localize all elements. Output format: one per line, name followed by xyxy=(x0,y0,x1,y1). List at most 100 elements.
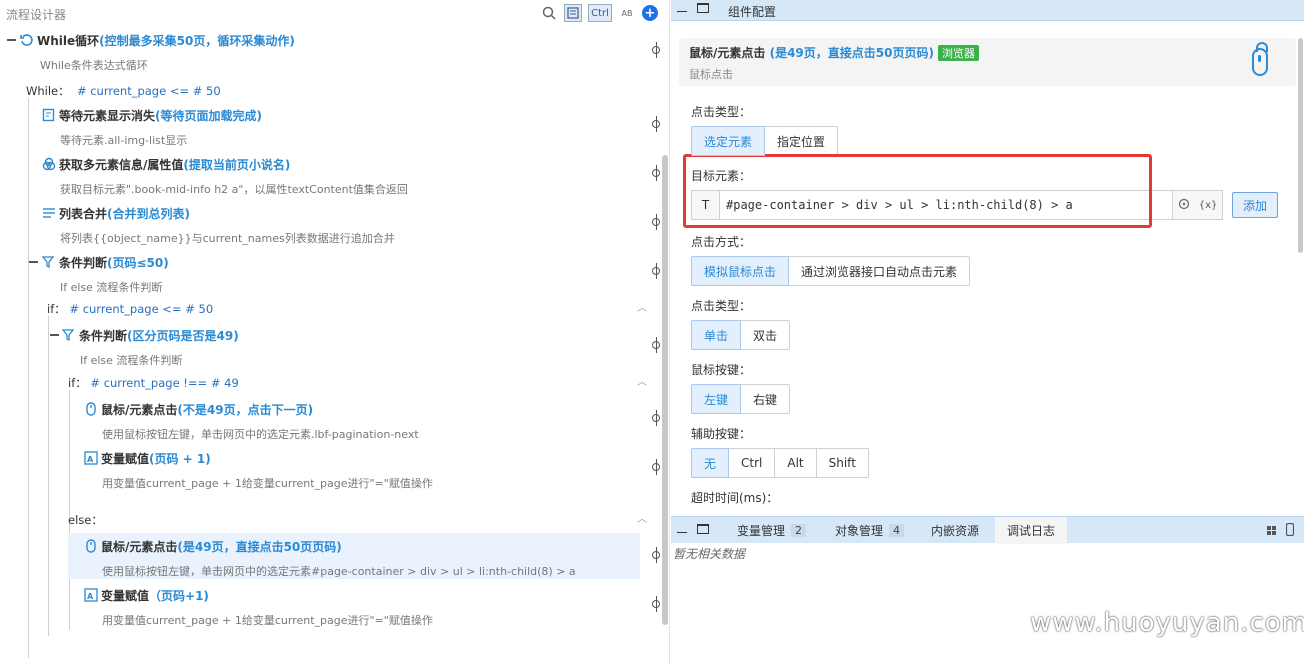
node-desc: 用变量值current_page + 1给变量current_page进行"="… xyxy=(102,614,433,627)
tab-embedded[interactable]: 内嵌资源 xyxy=(919,517,991,544)
list-icon xyxy=(42,206,56,220)
right-scrollbar[interactable] xyxy=(1298,38,1303,253)
attributes-icon xyxy=(42,157,56,171)
node-title: 鼠标/元素点击 xyxy=(101,540,178,554)
pin-icon[interactable] xyxy=(651,214,661,230)
node-comment: (页码≤50) xyxy=(107,256,169,270)
mouse-key-label: 鼠标按键： xyxy=(691,363,752,377)
node-comment: (提取当前页小说名) xyxy=(183,158,291,172)
select-icon[interactable] xyxy=(564,4,582,22)
click-method-group: 模拟鼠标点击 通过浏览器接口自动点击元素 xyxy=(691,256,971,286)
pin-icon[interactable] xyxy=(651,263,661,279)
ab-icon[interactable]: AB xyxy=(618,4,636,22)
node-condition-1[interactable]: 条件判断(页码≤50) If else 流程条件判断 xyxy=(41,254,169,295)
opt-alt[interactable]: Alt xyxy=(774,448,817,478)
node-condition-2[interactable]: 条件判断(区分页码是否是49) If else 流程条件判断 xyxy=(61,327,239,368)
component-card: 鼠标/元素点击 (是49页，直接点击50页页码) 浏览器 鼠标点击 xyxy=(679,38,1296,86)
node-assign-2[interactable]: A 变量赋值（页码+1) 用变量值current_page + 1给变量curre… xyxy=(84,587,433,628)
opt-none[interactable]: 无 xyxy=(691,448,730,478)
mouse-icon xyxy=(1252,42,1268,76)
aux-key-group: 无 Ctrl Alt Shift xyxy=(691,448,869,478)
opt-ctrl[interactable]: Ctrl xyxy=(728,448,776,478)
variable-insert-icon[interactable]: {x} xyxy=(1199,200,1218,211)
node-click-1[interactable]: 鼠标/元素点击(不是49页，点击下一页) 使用鼠标按钮左键，单击网页中的选定元素… xyxy=(84,401,419,442)
aux-key-label: 辅助按键： xyxy=(691,427,752,441)
tree-line xyxy=(28,98,29,658)
tree-line xyxy=(69,390,70,630)
click-method-label: 点击方式： xyxy=(691,235,752,249)
pin-icon[interactable] xyxy=(651,165,661,181)
variable-icon: A xyxy=(84,588,98,602)
mouse-key-group: 左键 右键 xyxy=(691,384,791,414)
node-title: 鼠标/元素点击 xyxy=(101,403,178,417)
minimize-icon[interactable] xyxy=(677,531,687,534)
pin-icon[interactable] xyxy=(651,459,661,475)
node-title: 条件判断 xyxy=(79,329,128,343)
config-title: 组件配置 xyxy=(728,5,777,19)
timeout-label: 超时时间(ms)： xyxy=(691,491,779,505)
tab-objects[interactable]: 对象管理 4 xyxy=(823,517,916,544)
tree-line xyxy=(48,316,49,636)
opt-specified-position[interactable]: 指定位置 xyxy=(764,126,839,156)
opt-right-key[interactable]: 右键 xyxy=(740,384,791,414)
target-input-suffix: {x} xyxy=(1173,190,1223,220)
svg-text:A: A xyxy=(87,455,94,464)
opt-browser-api[interactable]: 通过浏览器接口自动点击元素 xyxy=(788,256,971,286)
node-desc: If else 流程条件判断 xyxy=(60,281,163,294)
crosshair-icon[interactable] xyxy=(1178,198,1190,213)
node-while[interactable]: While循环(控制最多采集50页，循环采集动作) While条件表达式循环 xyxy=(20,32,295,73)
ctrl-toggle[interactable]: Ctrl xyxy=(588,4,612,22)
opt-selected-element[interactable]: 选定元素 xyxy=(691,126,766,156)
mouse-icon xyxy=(84,402,98,416)
designer-title: 流程设计器 xyxy=(6,8,67,22)
pin-icon[interactable] xyxy=(651,42,661,58)
chevron-up-icon[interactable]: ︿ xyxy=(637,299,647,314)
node-click-2[interactable]: 鼠标/元素点击(是49页，直接点击50页页码) 使用鼠标按钮左键，单击网页中的选… xyxy=(84,538,576,579)
flow-designer-panel: 流程设计器 Ctrl AB + While循环(控制最多采集50页，循环采集动作… xyxy=(0,0,670,664)
node-assign-1[interactable]: A 变量赋值(页码 + 1) 用变量值current_page + 1给变量cur… xyxy=(84,450,433,491)
opt-simulate-mouse[interactable]: 模拟鼠标点击 xyxy=(691,256,790,286)
tab-debug-log[interactable]: 调试日志 xyxy=(995,517,1068,544)
node-list-merge[interactable]: 列表合并(合并到总列表) 将列表{{object_name}}与current_… xyxy=(42,205,395,246)
pin-icon[interactable] xyxy=(651,337,661,353)
condition-icon xyxy=(41,255,56,269)
add-button[interactable]: 添加 xyxy=(1232,192,1278,218)
collapse-icon[interactable] xyxy=(29,261,38,263)
search-icon[interactable] xyxy=(540,4,558,22)
window-icon[interactable] xyxy=(697,524,709,534)
chevron-up-icon[interactable]: ︿ xyxy=(637,373,647,388)
pin-icon[interactable] xyxy=(651,596,661,612)
minimize-icon[interactable] xyxy=(677,10,687,13)
node-desc: 将列表{{object_name}}与current_names列表数据进行追加… xyxy=(60,232,395,245)
chevron-up-icon[interactable]: ︿ xyxy=(637,510,647,525)
variable-icon: A xyxy=(84,451,98,465)
designer-toolbar: Ctrl AB + xyxy=(540,4,658,22)
pin-icon[interactable] xyxy=(651,547,661,563)
pin-icon[interactable] xyxy=(651,116,661,132)
collapse-icon[interactable] xyxy=(50,334,59,336)
node-comment: (区分页码是否是49) xyxy=(127,329,239,343)
collapse-icon[interactable] xyxy=(7,39,16,41)
opt-double-click[interactable]: 双击 xyxy=(740,320,791,350)
node-wait-element[interactable]: 等待元素显示消失(等待页面加载完成) 等待元素.all-img-list显示 xyxy=(42,107,262,148)
opt-left-key[interactable]: 左键 xyxy=(691,384,742,414)
opt-shift[interactable]: Shift xyxy=(815,448,869,478)
node-title: While循环 xyxy=(37,34,100,48)
click-kind-group: 单击 双击 xyxy=(691,320,791,350)
add-node-icon[interactable]: + xyxy=(642,5,658,21)
node-comment: (不是49页，点击下一页) xyxy=(177,403,314,417)
left-scrollbar[interactable] xyxy=(662,155,668,625)
pin-icon[interactable] xyxy=(651,410,661,426)
windows-icon[interactable] xyxy=(1267,525,1277,539)
node-desc: 获取目标元素".book-mid-info h2 a"，以属性textConte… xyxy=(60,183,408,196)
node-title: 条件判断 xyxy=(59,256,108,270)
mobile-icon[interactable] xyxy=(1285,522,1295,539)
window-icon[interactable] xyxy=(697,3,709,13)
while-condition: While： # current_page <= # 50 xyxy=(26,84,221,98)
node-get-attributes[interactable]: 获取多元素信息/属性值(提取当前页小说名) 获取目标元素".book-mid-i… xyxy=(42,156,408,197)
tab-variables[interactable]: 变量管理 2 xyxy=(725,517,818,544)
node-comment: (等待页面加载完成) xyxy=(155,109,262,123)
node-desc: 等待元素.all-img-list显示 xyxy=(60,134,188,147)
node-desc: While条件表达式循环 xyxy=(40,59,148,72)
opt-single-click[interactable]: 单击 xyxy=(691,320,742,350)
